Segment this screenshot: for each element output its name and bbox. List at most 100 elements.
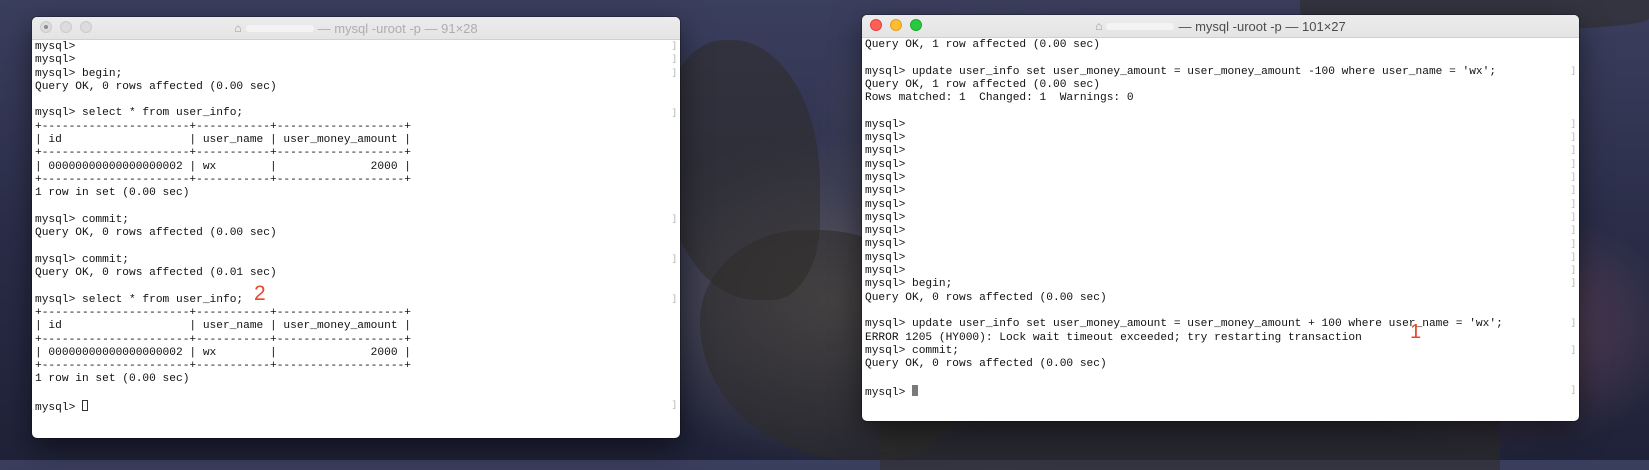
mark-bracket-icon: ] (1570, 172, 1576, 182)
mark-bracket-icon: ] (1570, 65, 1576, 76)
mark-bracket-icon: ] (1570, 185, 1576, 196)
terminal-line: +----------------------+-----------+----… (35, 120, 411, 133)
window-title: — mysql -uroot -p — 101×27 (1178, 18, 1346, 34)
terminal-line: mysql> (865, 185, 906, 198)
mark-bracket-icon: ] (1570, 132, 1576, 143)
terminal-line: Query OK, 0 rows affected (0.00 sec) (35, 227, 277, 240)
annotation-number: 2 (254, 282, 266, 305)
mark-bracket-icon: ] (1570, 344, 1576, 355)
mark-bracket-icon: ] (1570, 145, 1576, 156)
terminal-line: mysql> (35, 400, 668, 414)
terminal-line: +----------------------+-----------+----… (35, 360, 411, 373)
terminal-line: Query OK, 0 rows affected (0.00 sec) (35, 80, 277, 93)
terminal-line: mysql> update user_info set user_money_a… (865, 318, 1503, 331)
terminal-output[interactable]: Query OK, 1 row affected (0.00 sec) mysql… (865, 37, 1567, 421)
mark-bracket-icon: ] (1570, 211, 1576, 222)
terminal-line: mysql> begin; (865, 278, 953, 291)
mark-bracket-icon: ] (1570, 384, 1576, 395)
scroll-gutter[interactable]: ]]]]]]]] (668, 39, 680, 438)
terminal-line: mysql> select * from user_info; (35, 107, 244, 120)
mark-bracket-icon: ] (671, 213, 677, 224)
terminal-line: mysql> (865, 225, 906, 238)
terminal-line: mysql> select * from user_info; (35, 293, 244, 306)
terminal-line: 1 row in set (0.00 sec) (35, 187, 190, 200)
mark-bracket-icon: ] (671, 253, 677, 264)
terminal-line: mysql> (865, 251, 906, 264)
mark-bracket-icon: ] (671, 67, 677, 78)
mark-bracket-icon: ] (1570, 265, 1576, 276)
terminal-line: +----------------------+-----------+----… (35, 306, 411, 319)
terminal-line: | id | user_name | user_money_amount | (35, 134, 411, 147)
terminal-line: ERROR 1205 (HY000): Lock wait timeout ex… (865, 331, 1362, 344)
mark-bracket-icon: ] (1570, 158, 1576, 169)
mark-bracket-icon: ] (671, 54, 677, 65)
redacted-username (1106, 22, 1175, 30)
terminal-line: mysql> (35, 54, 76, 67)
terminal-line: mysql> (865, 158, 906, 171)
mark-bracket-icon: ] (1570, 198, 1576, 209)
terminal-line: mysql> (865, 171, 906, 184)
window-title: — mysql -uroot -p — 91×28 (317, 20, 478, 36)
terminal-line: mysql> (865, 238, 906, 251)
annotation-number: 1 (1410, 321, 1422, 343)
terminal-line: 1 row in set (0.00 sec) (35, 373, 190, 386)
terminal-line: mysql> commit; (865, 344, 959, 357)
mark-bracket-icon: ] (671, 293, 677, 304)
home-folder-icon: ⌂ (1095, 19, 1103, 33)
text-cursor (82, 400, 88, 412)
terminal-line: Rows matched: 1 Changed: 1 Warnings: 0 (865, 92, 1134, 105)
terminal-line: mysql> commit; (35, 213, 129, 226)
terminal-line: mysql> (865, 118, 906, 131)
mark-bracket-icon: ] (1570, 251, 1576, 262)
terminal-line: mysql> (865, 265, 906, 278)
terminal-line: +----------------------+-----------+----… (35, 147, 411, 160)
terminal-line: | 00000000000000000002 | wx | 2000 | (35, 346, 411, 359)
terminal-line: mysql> (865, 132, 906, 145)
terminal-line: mysql> (865, 384, 1567, 399)
window-title-area: ⌂ — mysql -uroot -p — 91×28 (32, 17, 680, 39)
terminal-window-left[interactable]: ⌂ — mysql -uroot -p — 91×28 mysql> mysql>… (32, 17, 680, 438)
text-cursor (912, 384, 918, 396)
terminal-line: | 00000000000000000002 | wx | 2000 | (35, 160, 411, 173)
mark-bracket-icon: ] (1570, 238, 1576, 249)
terminal-window-right[interactable]: ⌂ — mysql -uroot -p — 101×27 Query OK, 1… (862, 15, 1579, 421)
terminal-line: +----------------------+-----------+----… (35, 173, 411, 186)
window-title-area: ⌂ — mysql -uroot -p — 101×27 (862, 15, 1579, 37)
redacted-username (245, 24, 314, 32)
mark-bracket-icon: ] (1570, 225, 1576, 236)
mark-bracket-icon: ] (1570, 318, 1576, 329)
terminal-line: mysql> update user_info set user_money_a… (865, 65, 1497, 78)
mark-bracket-icon: ] (1570, 118, 1576, 129)
terminal-line: mysql> begin; (35, 67, 123, 80)
terminal-line: mysql> (865, 211, 906, 224)
scroll-gutter[interactable]: ]]]]]]]]]]]]]]]]] (1567, 37, 1579, 421)
terminal-line: Query OK, 1 row affected (0.00 sec) (865, 78, 1100, 91)
home-folder-icon: ⌂ (234, 21, 242, 35)
mark-bracket-icon: ] (671, 41, 677, 51)
terminal-line: mysql> commit; (35, 253, 129, 266)
terminal-line: +----------------------+-----------+----… (35, 333, 411, 346)
terminal-line: Query OK, 0 rows affected (0.00 sec) (865, 291, 1107, 304)
title-bar[interactable]: ⌂ — mysql -uroot -p — 101×27 (862, 15, 1579, 38)
mark-bracket-icon: ] (1570, 278, 1576, 289)
title-bar[interactable]: ⌂ — mysql -uroot -p — 91×28 (32, 17, 680, 40)
terminal-line: Query OK, 0 rows affected (0.01 sec) (35, 267, 277, 280)
terminal-line: Query OK, 0 rows affected (0.00 sec) (865, 358, 1107, 371)
terminal-line: | id | user_name | user_money_amount | (35, 320, 411, 333)
terminal-line: mysql> (865, 198, 906, 211)
terminal-line: Query OK, 1 row affected (0.00 sec) (865, 39, 1100, 51)
mark-bracket-icon: ] (671, 107, 677, 118)
terminal-output[interactable]: mysql> mysql> mysql> begin; Query OK, 0 row… (35, 39, 668, 438)
terminal-line: mysql> (35, 41, 76, 53)
terminal-line: mysql> (865, 145, 906, 158)
mark-bracket-icon: ] (671, 400, 677, 411)
